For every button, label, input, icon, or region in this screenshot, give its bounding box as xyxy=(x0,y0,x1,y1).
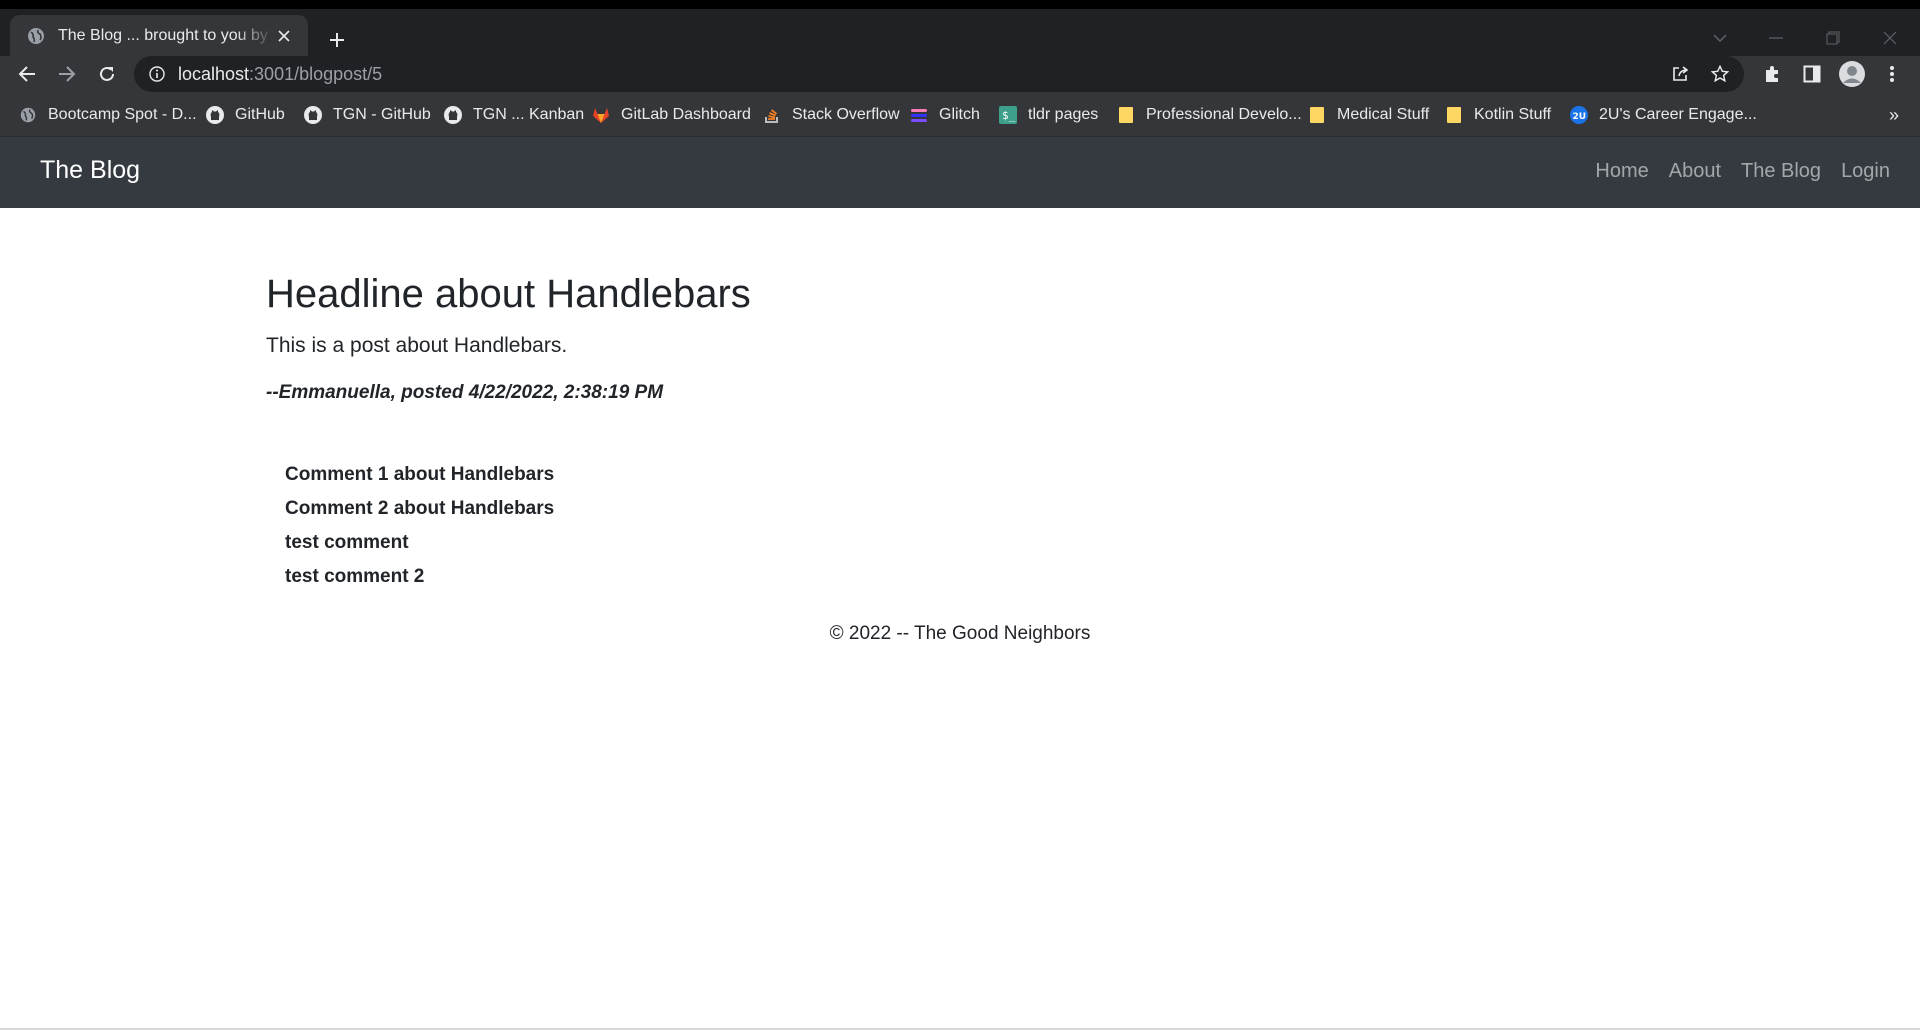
comment-item: Comment 2 about Handlebars xyxy=(285,498,555,519)
bookmark-label: tldr pages xyxy=(1028,106,1099,123)
url-path: :3001/blogpost/5 xyxy=(249,63,383,84)
comment-item: test comment xyxy=(285,532,409,553)
globe-icon xyxy=(28,27,44,44)
browser-toolbar: localhost:3001/blogpost/5 xyxy=(0,56,1920,93)
bookmark-label: Stack Overflow xyxy=(792,106,900,123)
forward-icon[interactable] xyxy=(51,58,83,90)
tab-search-icon[interactable] xyxy=(1700,21,1740,55)
post-container: Headline about Handlebars This is a post… xyxy=(266,268,1646,594)
svg-text:$_: $_ xyxy=(1002,109,1016,122)
nav-link-about[interactable]: About xyxy=(1669,160,1721,183)
site-navbar: The Blog Home About The Blog Login xyxy=(0,137,1920,208)
side-panel-icon[interactable] xyxy=(1796,58,1828,90)
site-brand-link[interactable]: The Blog xyxy=(40,156,140,185)
browser-tab-active[interactable]: The Blog ... brought to you by the Good … xyxy=(10,15,308,56)
2u-icon: 2U xyxy=(1569,105,1589,125)
bookmark-item[interactable]: Glitch xyxy=(909,102,980,128)
bookmark-label: TGN ... Kanban xyxy=(473,106,585,123)
bookmark-label: Bootcamp Spot - D... xyxy=(48,106,197,123)
new-tab-button[interactable] xyxy=(323,26,351,54)
globe-icon xyxy=(18,105,38,125)
back-icon[interactable] xyxy=(11,58,43,90)
bookmark-star-icon[interactable] xyxy=(1704,58,1736,90)
bookmark-item[interactable]: Stack Overflow xyxy=(762,102,900,128)
bookmark-item[interactable]: TGN ... Kanban xyxy=(443,102,584,128)
bookmark-item[interactable]: Professional Develo... xyxy=(1116,102,1302,128)
comment-list: Comment 1 about Handlebars Comment 2 abo… xyxy=(285,458,1646,594)
post-body: This is a post about Handlebars. xyxy=(266,334,568,357)
terminal-icon: $_ xyxy=(998,105,1018,125)
folder-icon xyxy=(1307,105,1327,125)
nav-link-login[interactable]: Login xyxy=(1841,160,1890,183)
nav-links: Home About The Blog Login xyxy=(1595,160,1890,183)
restore-icon[interactable] xyxy=(1813,21,1853,55)
bookmark-item[interactable]: Bootcamp Spot - D... xyxy=(18,102,197,128)
post-title: Headline about Handlebars xyxy=(266,272,751,316)
bookmark-item[interactable]: 2U 2U's Career Engage... xyxy=(1569,102,1757,128)
bookmark-label: TGN - GitHub xyxy=(333,106,431,123)
nav-link-blog[interactable]: The Blog xyxy=(1741,160,1821,183)
comment-item: Comment 1 about Handlebars xyxy=(285,464,555,485)
bookmark-item[interactable]: Medical Stuff xyxy=(1307,102,1429,128)
site-footer: © 2022 -- The Good Neighbors xyxy=(829,623,1091,644)
github-icon xyxy=(303,105,323,125)
extensions-icon[interactable] xyxy=(1756,58,1788,90)
svg-text:2U: 2U xyxy=(1573,112,1587,122)
glitch-icon xyxy=(909,105,929,125)
post-author-meta: --Emmanuella, posted 4/22/2022, 2:38:19 … xyxy=(266,382,664,403)
comment-item: test comment 2 xyxy=(285,566,425,587)
bookmark-label: Medical Stuff xyxy=(1337,106,1430,123)
reload-icon[interactable] xyxy=(91,58,123,90)
bookmark-item[interactable]: Kotlin Stuff xyxy=(1444,102,1551,128)
bookmark-item[interactable]: TGN - GitHub xyxy=(303,102,431,128)
bookmark-label: GitHub xyxy=(235,106,285,123)
gitlab-icon xyxy=(591,105,611,125)
address-bar[interactable]: localhost:3001/blogpost/5 xyxy=(134,56,1744,92)
nav-link-home[interactable]: Home xyxy=(1595,160,1648,183)
site-info-icon[interactable] xyxy=(148,65,166,83)
bookmark-label: 2U's Career Engage... xyxy=(1599,106,1757,123)
close-window-icon[interactable] xyxy=(1870,21,1910,55)
stackoverflow-icon xyxy=(762,105,782,125)
tab-close-icon[interactable] xyxy=(274,26,294,46)
url-text[interactable]: localhost:3001/blogpost/5 xyxy=(178,64,382,85)
bookmarks-bar: Bootcamp Spot - D... GitHub TGN - GitHub… xyxy=(0,93,1920,137)
github-icon xyxy=(443,105,463,125)
bookmark-item[interactable]: $_ tldr pages xyxy=(998,102,1098,128)
share-icon[interactable] xyxy=(1664,58,1696,90)
minimize-icon[interactable] xyxy=(1756,21,1796,55)
bookmark-label: GitLab Dashboard xyxy=(621,106,751,123)
kebab-menu-icon[interactable] xyxy=(1876,58,1908,90)
bookmarks-overflow-icon[interactable]: » xyxy=(1881,102,1907,128)
window-top-edge xyxy=(0,0,1920,9)
url-host: localhost xyxy=(178,63,250,84)
tab-strip: The Blog ... brought to you by the Good … xyxy=(0,9,1920,56)
bookmark-label: Glitch xyxy=(939,106,980,123)
profile-avatar-icon[interactable] xyxy=(1836,58,1868,90)
bookmark-label: Kotlin Stuff xyxy=(1474,106,1552,123)
tab-title: The Blog ... brought to you by the Good … xyxy=(58,26,274,44)
bookmark-label: Professional Develo... xyxy=(1146,106,1302,123)
bookmark-item[interactable]: GitHub xyxy=(205,102,285,128)
bookmark-item[interactable]: GitLab Dashboard xyxy=(591,102,751,128)
github-icon xyxy=(205,105,225,125)
folder-icon xyxy=(1444,105,1464,125)
folder-icon xyxy=(1116,105,1136,125)
